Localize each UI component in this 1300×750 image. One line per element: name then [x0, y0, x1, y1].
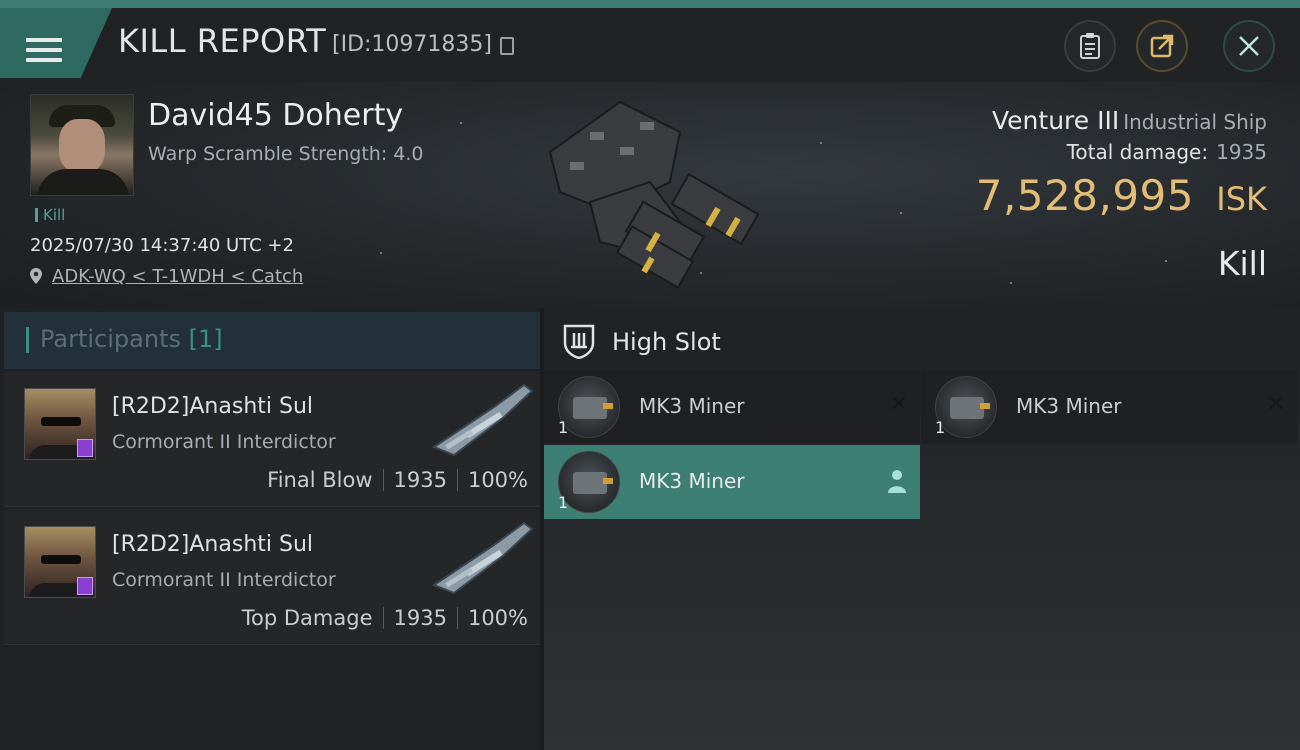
participant-stats: Top Damage 1935 100%	[242, 606, 528, 630]
location-link[interactable]: ADK-WQ < T-1WDH < Catch	[52, 266, 303, 287]
high-slot-icon	[563, 324, 595, 359]
participant-stats: Final Blow 1935 100%	[267, 468, 528, 492]
module-quantity: 1	[558, 493, 569, 512]
close-icon	[1239, 36, 1259, 56]
destroyed-x-icon: ✕	[889, 392, 908, 417]
participant-percent: 100%	[467, 606, 528, 630]
isk-unit: ISK	[1216, 180, 1267, 218]
victim-portrait	[30, 94, 134, 196]
module-slot-selected[interactable]: 1 MK3 Miner	[544, 445, 920, 519]
participant-ship: Cormorant II Interdictor	[112, 569, 336, 591]
module-name: MK3 Miner	[639, 469, 745, 493]
participant-portrait	[24, 388, 96, 460]
total-damage-label: Total damage:	[1066, 140, 1209, 164]
module-name: MK3 Miner	[639, 394, 745, 418]
participants-title[interactable]: Participants [1]	[26, 325, 223, 353]
kill-tag: Kill	[35, 206, 65, 224]
ship-class: Industrial Ship	[1123, 110, 1267, 134]
rank-badge-icon	[77, 577, 93, 595]
destroyed-x-icon: ✕	[1266, 392, 1285, 417]
participant-portrait	[24, 526, 96, 598]
module-quantity: 1	[935, 418, 946, 437]
module-slot[interactable]: 1 MK3 Miner ✕	[544, 370, 920, 444]
participant-damage: 1935	[393, 606, 447, 630]
total-damage-value: 1935	[1216, 140, 1267, 164]
ship-name: Venture III	[992, 106, 1120, 135]
module-name: MK3 Miner	[1016, 394, 1122, 418]
participant-name: [R2D2]Anashti Sul	[112, 532, 314, 557]
location-pin-icon	[30, 268, 42, 284]
copy-icon[interactable]	[500, 37, 514, 55]
kill-result: Kill	[1217, 244, 1267, 283]
participant-row[interactable]: [R2D2]Anashti Sul Cormorant II Interdict…	[4, 509, 540, 645]
close-button[interactable]	[1223, 20, 1275, 72]
high-slot-title: High Slot	[612, 328, 721, 356]
victim-name: David45 Doherty	[148, 98, 404, 133]
clipboard-button[interactable]	[1064, 20, 1116, 72]
top-accent-line	[0, 0, 1300, 8]
participant-role: Final Blow	[267, 468, 373, 492]
person-icon	[888, 470, 906, 493]
module-slot[interactable]: 1 MK3 Miner ✕	[921, 370, 1297, 444]
participant-ship: Cormorant II Interdictor	[112, 431, 336, 453]
participant-percent: 100%	[467, 468, 528, 492]
isk-value: 7,528,995	[975, 171, 1194, 220]
participants-label: Participants	[40, 325, 181, 353]
participant-ship-image	[431, 383, 534, 457]
clipboard-icon	[1080, 33, 1100, 59]
share-button[interactable]	[1136, 20, 1188, 72]
warp-scramble-strength: Warp Scramble Strength: 4.0	[148, 143, 424, 165]
kill-location[interactable]: ADK-WQ < T-1WDH < Catch	[30, 266, 303, 287]
menu-icon	[26, 38, 62, 66]
participant-role: Top Damage	[241, 606, 373, 630]
share-icon	[1150, 34, 1174, 58]
ship-image	[548, 100, 760, 289]
participant-ship-image	[431, 521, 534, 595]
module-quantity: 1	[558, 418, 569, 437]
kill-timestamp: 2025/07/30 14:37:40 UTC +2	[30, 235, 294, 256]
participant-damage: 1935	[393, 468, 447, 492]
page-title: KILL REPORT	[118, 22, 327, 60]
rank-badge-icon	[77, 439, 93, 457]
participant-row[interactable]: [R2D2]Anashti Sul Cormorant II Interdict…	[4, 371, 540, 507]
participants-count: [1]	[188, 325, 223, 353]
participant-name: [R2D2]Anashti Sul	[112, 394, 314, 419]
ship-name-line: Venture III Industrial Ship	[992, 106, 1267, 135]
report-id: [ID:10971835]	[332, 32, 492, 57]
total-damage: Total damage: 1935	[1067, 140, 1267, 164]
